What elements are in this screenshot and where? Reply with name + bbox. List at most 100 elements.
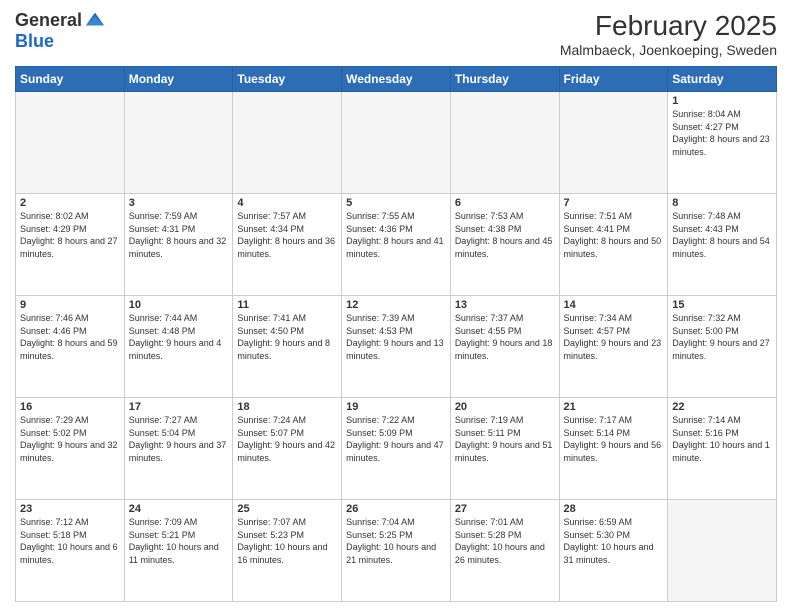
day-number: 7 bbox=[564, 197, 664, 209]
day-number: 12 bbox=[346, 299, 446, 311]
table-cell: 1Sunrise: 8:04 AM Sunset: 4:27 PM Daylig… bbox=[668, 92, 777, 194]
table-cell: 16Sunrise: 7:29 AM Sunset: 5:02 PM Dayli… bbox=[16, 398, 125, 500]
day-number: 25 bbox=[237, 503, 337, 515]
day-info: Sunrise: 7:48 AM Sunset: 4:43 PM Dayligh… bbox=[672, 210, 772, 260]
table-cell: 3Sunrise: 7:59 AM Sunset: 4:31 PM Daylig… bbox=[124, 194, 233, 296]
day-info: Sunrise: 7:44 AM Sunset: 4:48 PM Dayligh… bbox=[129, 312, 229, 362]
calendar-header-row: Sunday Monday Tuesday Wednesday Thursday… bbox=[16, 67, 777, 92]
month-year: February 2025 bbox=[560, 10, 777, 42]
table-cell: 14Sunrise: 7:34 AM Sunset: 4:57 PM Dayli… bbox=[559, 296, 668, 398]
col-friday: Friday bbox=[559, 67, 668, 92]
day-info: Sunrise: 7:14 AM Sunset: 5:16 PM Dayligh… bbox=[672, 414, 772, 464]
day-number: 15 bbox=[672, 299, 772, 311]
day-info: Sunrise: 8:02 AM Sunset: 4:29 PM Dayligh… bbox=[20, 210, 120, 260]
logo: General Blue bbox=[15, 10, 106, 52]
day-number: 23 bbox=[20, 503, 120, 515]
table-cell bbox=[668, 500, 777, 602]
col-sunday: Sunday bbox=[16, 67, 125, 92]
day-info: Sunrise: 6:59 AM Sunset: 5:30 PM Dayligh… bbox=[564, 516, 664, 566]
table-cell bbox=[233, 92, 342, 194]
table-cell: 6Sunrise: 7:53 AM Sunset: 4:38 PM Daylig… bbox=[450, 194, 559, 296]
week-row-3: 9Sunrise: 7:46 AM Sunset: 4:46 PM Daylig… bbox=[16, 296, 777, 398]
day-info: Sunrise: 7:34 AM Sunset: 4:57 PM Dayligh… bbox=[564, 312, 664, 362]
table-cell: 9Sunrise: 7:46 AM Sunset: 4:46 PM Daylig… bbox=[16, 296, 125, 398]
table-cell: 27Sunrise: 7:01 AM Sunset: 5:28 PM Dayli… bbox=[450, 500, 559, 602]
day-info: Sunrise: 7:59 AM Sunset: 4:31 PM Dayligh… bbox=[129, 210, 229, 260]
day-info: Sunrise: 7:29 AM Sunset: 5:02 PM Dayligh… bbox=[20, 414, 120, 464]
day-info: Sunrise: 7:57 AM Sunset: 4:34 PM Dayligh… bbox=[237, 210, 337, 260]
day-number: 26 bbox=[346, 503, 446, 515]
week-row-2: 2Sunrise: 8:02 AM Sunset: 4:29 PM Daylig… bbox=[16, 194, 777, 296]
day-number: 22 bbox=[672, 401, 772, 413]
day-number: 13 bbox=[455, 299, 555, 311]
table-cell bbox=[342, 92, 451, 194]
day-info: Sunrise: 7:32 AM Sunset: 5:00 PM Dayligh… bbox=[672, 312, 772, 362]
logo-icon bbox=[84, 9, 106, 31]
table-cell: 2Sunrise: 8:02 AM Sunset: 4:29 PM Daylig… bbox=[16, 194, 125, 296]
table-cell: 4Sunrise: 7:57 AM Sunset: 4:34 PM Daylig… bbox=[233, 194, 342, 296]
table-cell: 11Sunrise: 7:41 AM Sunset: 4:50 PM Dayli… bbox=[233, 296, 342, 398]
header: General Blue February 2025 Malmbaeck, Jo… bbox=[15, 10, 777, 58]
day-number: 24 bbox=[129, 503, 229, 515]
table-cell bbox=[559, 92, 668, 194]
day-number: 3 bbox=[129, 197, 229, 209]
day-number: 10 bbox=[129, 299, 229, 311]
table-cell: 5Sunrise: 7:55 AM Sunset: 4:36 PM Daylig… bbox=[342, 194, 451, 296]
day-info: Sunrise: 7:19 AM Sunset: 5:11 PM Dayligh… bbox=[455, 414, 555, 464]
day-number: 21 bbox=[564, 401, 664, 413]
day-info: Sunrise: 7:17 AM Sunset: 5:14 PM Dayligh… bbox=[564, 414, 664, 464]
day-number: 6 bbox=[455, 197, 555, 209]
title-section: February 2025 Malmbaeck, Joenkoeping, Sw… bbox=[560, 10, 777, 58]
col-saturday: Saturday bbox=[668, 67, 777, 92]
week-row-5: 23Sunrise: 7:12 AM Sunset: 5:18 PM Dayli… bbox=[16, 500, 777, 602]
table-cell: 8Sunrise: 7:48 AM Sunset: 4:43 PM Daylig… bbox=[668, 194, 777, 296]
table-cell: 18Sunrise: 7:24 AM Sunset: 5:07 PM Dayli… bbox=[233, 398, 342, 500]
day-number: 28 bbox=[564, 503, 664, 515]
day-info: Sunrise: 7:53 AM Sunset: 4:38 PM Dayligh… bbox=[455, 210, 555, 260]
table-cell: 15Sunrise: 7:32 AM Sunset: 5:00 PM Dayli… bbox=[668, 296, 777, 398]
table-cell: 24Sunrise: 7:09 AM Sunset: 5:21 PM Dayli… bbox=[124, 500, 233, 602]
table-cell: 28Sunrise: 6:59 AM Sunset: 5:30 PM Dayli… bbox=[559, 500, 668, 602]
day-number: 4 bbox=[237, 197, 337, 209]
day-number: 16 bbox=[20, 401, 120, 413]
day-number: 8 bbox=[672, 197, 772, 209]
day-info: Sunrise: 7:55 AM Sunset: 4:36 PM Dayligh… bbox=[346, 210, 446, 260]
col-monday: Monday bbox=[124, 67, 233, 92]
table-cell: 10Sunrise: 7:44 AM Sunset: 4:48 PM Dayli… bbox=[124, 296, 233, 398]
logo-general-text: General bbox=[15, 10, 82, 31]
day-info: Sunrise: 7:51 AM Sunset: 4:41 PM Dayligh… bbox=[564, 210, 664, 260]
day-info: Sunrise: 7:37 AM Sunset: 4:55 PM Dayligh… bbox=[455, 312, 555, 362]
day-info: Sunrise: 7:01 AM Sunset: 5:28 PM Dayligh… bbox=[455, 516, 555, 566]
table-cell: 7Sunrise: 7:51 AM Sunset: 4:41 PM Daylig… bbox=[559, 194, 668, 296]
day-number: 9 bbox=[20, 299, 120, 311]
calendar: Sunday Monday Tuesday Wednesday Thursday… bbox=[15, 66, 777, 602]
table-cell: 21Sunrise: 7:17 AM Sunset: 5:14 PM Dayli… bbox=[559, 398, 668, 500]
table-cell bbox=[450, 92, 559, 194]
day-info: Sunrise: 7:09 AM Sunset: 5:21 PM Dayligh… bbox=[129, 516, 229, 566]
table-cell: 25Sunrise: 7:07 AM Sunset: 5:23 PM Dayli… bbox=[233, 500, 342, 602]
day-number: 19 bbox=[346, 401, 446, 413]
day-number: 1 bbox=[672, 95, 772, 107]
table-cell bbox=[16, 92, 125, 194]
day-number: 2 bbox=[20, 197, 120, 209]
table-cell: 13Sunrise: 7:37 AM Sunset: 4:55 PM Dayli… bbox=[450, 296, 559, 398]
day-number: 27 bbox=[455, 503, 555, 515]
day-info: Sunrise: 7:07 AM Sunset: 5:23 PM Dayligh… bbox=[237, 516, 337, 566]
week-row-4: 16Sunrise: 7:29 AM Sunset: 5:02 PM Dayli… bbox=[16, 398, 777, 500]
col-tuesday: Tuesday bbox=[233, 67, 342, 92]
week-row-1: 1Sunrise: 8:04 AM Sunset: 4:27 PM Daylig… bbox=[16, 92, 777, 194]
col-thursday: Thursday bbox=[450, 67, 559, 92]
day-number: 11 bbox=[237, 299, 337, 311]
day-info: Sunrise: 7:22 AM Sunset: 5:09 PM Dayligh… bbox=[346, 414, 446, 464]
day-info: Sunrise: 7:12 AM Sunset: 5:18 PM Dayligh… bbox=[20, 516, 120, 566]
table-cell: 22Sunrise: 7:14 AM Sunset: 5:16 PM Dayli… bbox=[668, 398, 777, 500]
day-info: Sunrise: 7:46 AM Sunset: 4:46 PM Dayligh… bbox=[20, 312, 120, 362]
logo-blue-text: Blue bbox=[15, 31, 54, 51]
day-info: Sunrise: 8:04 AM Sunset: 4:27 PM Dayligh… bbox=[672, 108, 772, 158]
table-cell: 20Sunrise: 7:19 AM Sunset: 5:11 PM Dayli… bbox=[450, 398, 559, 500]
page: General Blue February 2025 Malmbaeck, Jo… bbox=[0, 0, 792, 612]
day-info: Sunrise: 7:39 AM Sunset: 4:53 PM Dayligh… bbox=[346, 312, 446, 362]
day-info: Sunrise: 7:41 AM Sunset: 4:50 PM Dayligh… bbox=[237, 312, 337, 362]
day-info: Sunrise: 7:04 AM Sunset: 5:25 PM Dayligh… bbox=[346, 516, 446, 566]
day-number: 18 bbox=[237, 401, 337, 413]
